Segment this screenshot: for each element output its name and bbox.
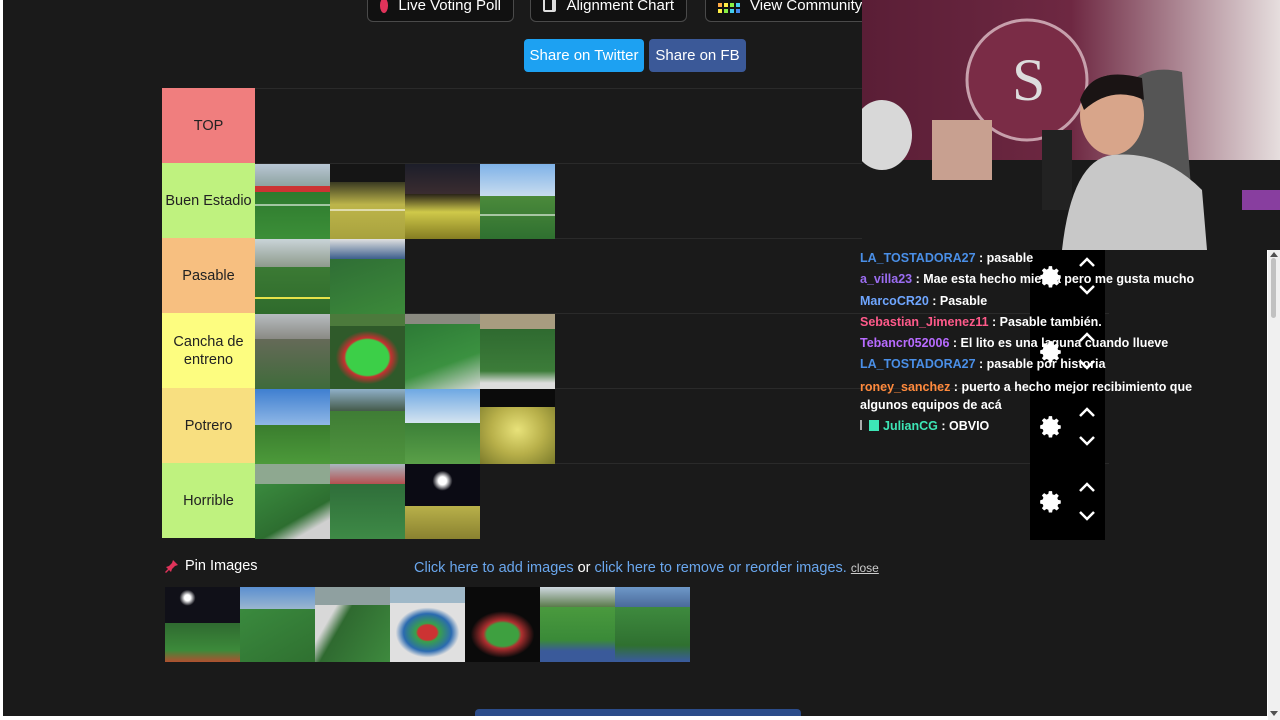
pin-images-label: Pin Images [185,558,258,574]
chat-text: pasable por historia [986,357,1106,372]
chat-username: roney_sanchez [860,379,951,394]
tier-label[interactable]: Pasable [162,238,255,313]
share-fb-button[interactable]: Share on FB [649,39,746,72]
webcam-overlay: S [862,0,1280,250]
chat-message: MarcoCR20 : Pasable [860,293,988,308]
badge-icon [869,419,879,431]
pinned-image[interactable] [615,587,690,662]
scroll-up-icon[interactable] [1270,252,1278,257]
chat-message: Sebastian_Jimenez11 : Pasable también. [860,314,1102,329]
pinned-image[interactable] [540,587,615,662]
stadium-image[interactable] [405,464,480,539]
live-dot-icon [380,0,389,13]
pinned-image[interactable] [465,587,540,662]
chat-overlay: LA_TOSTADORA27 : pasable a_villa23 : Mae… [859,248,1264,437]
pinned-image[interactable] [240,587,315,662]
stadium-image[interactable] [330,389,405,464]
share-twitter-button[interactable]: Share on Twitter [524,39,644,72]
stadium-image[interactable] [255,239,330,314]
pinned-image[interactable] [390,587,465,662]
streamer-webcam-image: S [862,0,1280,250]
chat-message: LA_TOSTADORA27 : pasable por historia [860,357,1106,372]
scroll-down-icon[interactable] [1270,711,1278,716]
view-community-label: View Community R [750,0,878,14]
chat-text: OBVIO [948,418,990,433]
tier-row: Horrible [162,463,1109,539]
pinned-image[interactable] [165,587,240,662]
chat-text: Pasable [939,293,988,308]
chat-username: LA_TOSTADORA27 [860,251,976,265]
tier-label[interactable]: Cancha de entreno [162,313,255,388]
stadium-image[interactable] [480,314,555,389]
image-links: Click here to add images or click here t… [414,560,879,576]
pin-images-toggle[interactable]: Pin Images [165,558,258,574]
badge-icon [860,419,866,430]
stadium-image[interactable] [330,314,405,389]
stadium-image[interactable] [405,164,480,239]
pinned-images [165,587,690,662]
alignment-chart-label: Alignment Chart [566,0,674,14]
stadium-image[interactable] [255,314,330,389]
color-grid-icon [718,0,740,14]
stadium-image[interactable] [330,464,405,539]
alignment-chart-button[interactable]: Alignment Chart [530,0,687,22]
chat-message: JulianCG : OBVIO [859,416,1264,437]
close-link[interactable]: close [851,561,879,575]
stadium-image[interactable] [255,164,330,239]
chevron-up-icon[interactable] [1078,481,1096,493]
scrollbar-thumb[interactable] [1271,258,1276,318]
stadium-image[interactable] [405,389,480,464]
live-voting-label: Live Voting Poll [398,0,501,14]
remove-reorder-link[interactable]: click here to remove or reorder images. [595,560,847,576]
gear-icon[interactable] [1038,489,1064,515]
tier-label[interactable]: Horrible [162,463,255,538]
view-community-button[interactable]: View Community R [705,0,878,22]
chat-username: Tebancr052006 [860,336,950,351]
stadium-image[interactable] [480,164,555,239]
stadium-image[interactable] [480,389,555,464]
stadium-image[interactable] [405,314,480,389]
stadium-image[interactable] [330,164,405,239]
add-images-link[interactable]: Click here to add images [414,560,574,576]
share-twitter-label: Share on Twitter [529,47,639,64]
stadium-image[interactable] [255,464,330,539]
svg-text:S: S [1012,47,1045,113]
tier-label[interactable]: TOP [162,88,255,163]
chat-username: Sebastian_Jimenez11 [860,314,989,329]
pushpin-icon [165,560,178,573]
pinned-image[interactable] [315,587,390,662]
table-icon [543,0,557,12]
chat-message: a_villa23 : Mae esta hecho mierda pero m… [860,272,1195,287]
stadium-image[interactable] [255,389,330,464]
chat-username: a_villa23 [860,272,913,287]
chat-message: roney_sanchez : puerto a hecho mejor rec… [860,379,1193,412]
tier-items[interactable] [255,463,1109,539]
chat-text: pasable [986,251,1034,265]
chat-username: JulianCG [883,418,938,433]
live-voting-poll-button[interactable]: Live Voting Poll [367,0,514,22]
chat-message: LA_TOSTADORA27 : pasable [860,251,1034,265]
chevron-down-icon[interactable] [1078,510,1096,522]
or-text: or [577,560,591,576]
chat-text: Mae esta hecho mierda pero me gusta much… [923,272,1195,287]
chat-text: Pasable también. [999,314,1102,329]
tier-label[interactable]: Buen Estadio [162,163,255,238]
tier-label[interactable]: Potrero [162,388,255,463]
page-scrollbar[interactable] [1268,250,1280,720]
save-download-button[interactable] [475,709,801,716]
stadium-image[interactable] [330,239,405,314]
chat-text: El lito es una laguna cuando llueve [960,336,1169,351]
share-fb-label: Share on FB [655,47,740,64]
chat-username: LA_TOSTADORA27 [860,357,976,372]
chat-message: Tebancr052006 : El lito es una laguna cu… [860,336,1169,351]
chat-username: MarcoCR20 [860,293,929,308]
